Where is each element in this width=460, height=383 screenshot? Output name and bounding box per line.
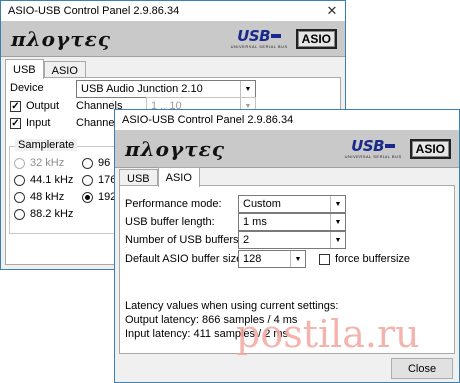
badges: USB UNIVERSAL SERIAL BUS ASIO (230, 26, 337, 49)
device-label: Device (10, 82, 44, 94)
back-tab-usb[interactable]: USB (5, 59, 44, 79)
close-button[interactable]: Close (391, 358, 453, 379)
samplerate-title: Samplerate (15, 139, 78, 151)
front-tab-asio[interactable]: ASIO (157, 167, 200, 187)
device-select[interactable]: USB Audio Junction 2.10 ▼ (76, 80, 256, 98)
back-window-titlebar[interactable]: ASIO-USB Control Panel 2.9.86.34 ✕ (1, 1, 345, 21)
output-checkbox[interactable]: ✓ (10, 101, 21, 112)
input-label: Input (26, 117, 51, 129)
usb-logo-icon: USB UNIVERSAL SERIAL BUS (230, 26, 288, 49)
rate-44-radio[interactable] (14, 175, 25, 186)
watermark: postila.ru (236, 312, 420, 356)
rate-48-label: 48 kHz (30, 191, 65, 203)
usb-logo-icon: USB UNIVERSAL SERIAL BUS (344, 136, 402, 159)
rate-44-label: 44.1 kHz (30, 174, 74, 186)
chevron-down-icon: ▼ (290, 251, 305, 267)
performance-select[interactable]: Custom ▼ (238, 195, 346, 213)
force-buffersize-checkbox[interactable] (319, 254, 330, 265)
rate-192-radio[interactable] (82, 192, 93, 203)
chevron-down-icon: ▼ (330, 214, 345, 230)
rate-48-radio[interactable] (14, 192, 25, 203)
chevron-down-icon: ▼ (330, 232, 345, 248)
num-buffers-label: Number of USB buffers: (125, 234, 242, 246)
asio-logo-icon: ASIO (409, 138, 451, 159)
default-buffer-select[interactable]: 128 ▼ (238, 250, 306, 268)
buffer-length-label: USB buffer length: (125, 216, 215, 228)
rate-88-label: 88.2 kHz (30, 208, 74, 220)
chevron-down-icon: ▼ (240, 81, 255, 97)
front-banner: πλογτες USB UNIVERSAL SERIAL BUS ASIO (115, 130, 459, 168)
output-label: Output (26, 100, 60, 112)
badges: USB UNIVERSAL SERIAL BUS ASIO (344, 136, 451, 159)
back-banner: πλογτες USB UNIVERSAL SERIAL BUS ASIO (1, 21, 345, 57)
input-checkbox[interactable]: ✓ (10, 118, 21, 129)
default-buffer-label: Default ASIO buffer size (125, 253, 243, 265)
rate-88-radio[interactable] (14, 209, 25, 220)
rate-32-radio[interactable] (14, 158, 25, 169)
buffer-length-select[interactable]: 1 ms ▼ (238, 213, 346, 231)
force-buffersize-label: force buffersize (335, 253, 411, 265)
rate-176-radio[interactable] (82, 175, 93, 186)
rate-96-radio[interactable] (82, 158, 93, 169)
latency-heading: Latency values when using current settin… (125, 300, 339, 312)
chevron-down-icon: ▼ (330, 196, 345, 212)
asio-logo-icon: ASIO (295, 28, 337, 49)
front-window-title: ASIO-USB Control Panel 2.9.86.34 (122, 114, 294, 126)
front-window-titlebar[interactable]: ASIO-USB Control Panel 2.9.86.34 (115, 110, 459, 130)
performance-label: Performance mode: (125, 198, 222, 210)
brand-logo: πλογτες (125, 136, 225, 161)
num-buffers-select[interactable]: 2 ▼ (238, 231, 346, 249)
back-window-title: ASIO-USB Control Panel 2.9.86.34 (8, 5, 180, 17)
rate-32-label: 32 kHz (30, 157, 65, 169)
close-icon[interactable]: ✕ (319, 2, 345, 20)
brand-logo: πλογτες (11, 26, 111, 51)
